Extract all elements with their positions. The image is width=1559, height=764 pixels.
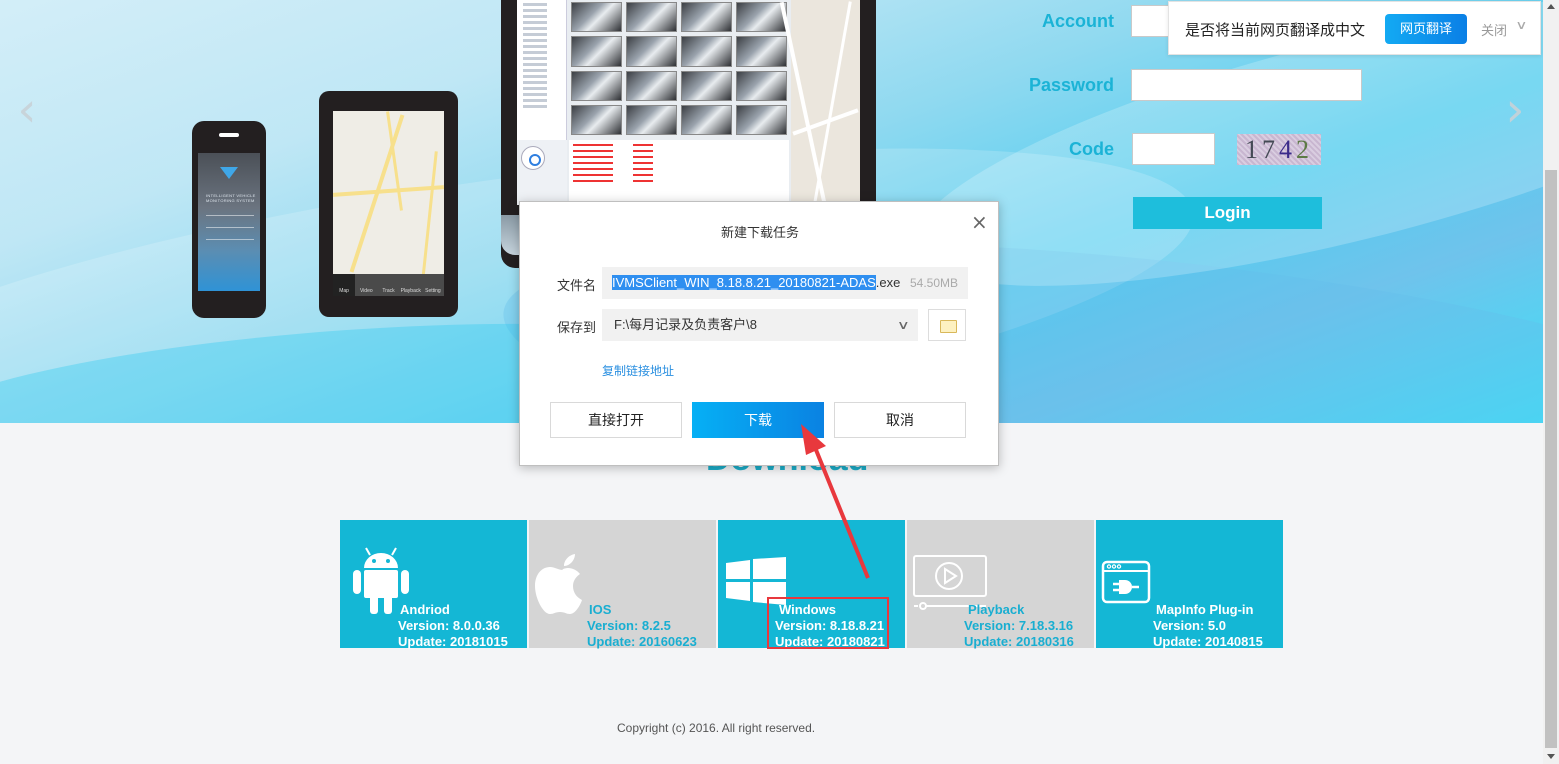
phone-speaker xyxy=(219,133,239,137)
captcha-digit: 4 xyxy=(1279,135,1296,164)
captcha-digit: 7 xyxy=(1262,135,1279,164)
password-label: Password xyxy=(1028,75,1114,95)
chevron-down-icon[interactable]: ∨ xyxy=(1515,18,1527,32)
monitor-map xyxy=(779,0,860,205)
device-tree xyxy=(517,0,567,140)
filename-input[interactable]: IVMSClient_WIN_8.18.8.21_20180821-ADAS.e… xyxy=(602,267,968,299)
captcha-digit: 2 xyxy=(1296,135,1313,164)
ptz-control xyxy=(517,140,567,205)
tile-version: Version: 7.18.3.16 xyxy=(964,618,1074,633)
tablet-tab: Map xyxy=(333,274,356,296)
code-input[interactable] xyxy=(1132,133,1215,165)
video-grid xyxy=(569,0,789,137)
download-tile-playback[interactable]: Playback Version: 7.18.3.16 Update: 2018… xyxy=(907,520,1094,649)
phone-input-line xyxy=(206,239,254,240)
tile-update: Update: 20180821 xyxy=(775,634,885,649)
tile-name: Andriod xyxy=(400,602,450,617)
tile-name: Playback xyxy=(968,602,1025,617)
copy-link-address[interactable]: 复制链接地址 xyxy=(602,362,674,379)
cancel-button[interactable]: 取消 xyxy=(834,402,966,438)
filename-extension: .exe xyxy=(875,275,901,290)
tile-update: Update: 20160623 xyxy=(587,634,697,649)
close-icon[interactable]: × xyxy=(971,210,988,234)
map-road xyxy=(333,185,444,197)
dialog-title: 新建下载任务 xyxy=(720,225,799,240)
tile-version: Version: 8.2.5 xyxy=(587,618,671,633)
download-tiles: Andriod Version: 8.0.0.36 Update: 201810… xyxy=(340,520,1283,649)
translate-page-button[interactable]: 网页翻译 xyxy=(1385,14,1467,44)
tile-version: Version: 8.18.8.21 xyxy=(775,618,885,633)
code-label: Code xyxy=(1069,139,1114,159)
phone-input-line xyxy=(206,227,254,228)
scroll-down-icon[interactable] xyxy=(1547,754,1555,759)
tablet-tab: Track xyxy=(382,288,395,294)
tablet-tab-bar: Map Video Track Playback Setting xyxy=(333,274,444,296)
translate-prompt-text: 是否将当前网页翻译成中文 xyxy=(1185,22,1366,39)
account-label: Account xyxy=(1042,11,1114,31)
plugin-icon xyxy=(1101,560,1151,604)
save-path-value: F:\每月记录及负责客户\8 xyxy=(614,317,758,332)
tablet-tab: Video xyxy=(359,288,373,294)
filename-label: 文件名 xyxy=(557,278,597,293)
phone-mockup: INTELLIGENT VEHICLE MONITORING SYSTEM xyxy=(192,121,266,318)
translate-close-button[interactable]: 关闭 xyxy=(1481,20,1507,39)
folder-icon[interactable] xyxy=(928,309,966,341)
login-button[interactable]: Login xyxy=(1133,197,1322,229)
tile-update: Update: 20180316 xyxy=(964,634,1074,649)
monitor-screen xyxy=(517,0,860,205)
filename-selected-text: IVMSClient_WIN_8.18.8.21_20180821-ADAS xyxy=(612,275,876,290)
carousel-next-icon[interactable]: › xyxy=(1500,86,1530,134)
ptz-joystick-icon xyxy=(521,146,545,170)
scroll-thumb[interactable] xyxy=(1545,170,1557,748)
tile-name: MapInfo Plug-in xyxy=(1156,602,1254,617)
scroll-up-icon[interactable] xyxy=(1547,4,1555,9)
download-tile-mapinfo[interactable]: MapInfo Plug-in Version: 5.0 Update: 201… xyxy=(1096,520,1283,649)
password-input[interactable] xyxy=(1131,69,1362,101)
new-download-dialog: 新建下载任务 × 文件名 IVMSClient_WIN_8.18.8.21_20… xyxy=(519,201,999,466)
phone-brand-text: INTELLIGENT VEHICLE MONITORING SYSTEM xyxy=(206,193,256,203)
page-scrollbar[interactable] xyxy=(1543,0,1559,764)
app-logo-icon xyxy=(220,167,238,179)
footer-copyright: Copyright (c) 2016. All right reserved. xyxy=(617,721,816,735)
download-tile-windows[interactable]: Windows Version: 8.18.8.21 Update: 20180… xyxy=(718,520,905,649)
tile-update: Update: 20140815 xyxy=(1153,634,1263,649)
phone-screen: INTELLIGENT VEHICLE MONITORING SYSTEM xyxy=(198,153,260,291)
alarm-log xyxy=(569,140,789,205)
download-tile-android[interactable]: Andriod Version: 8.0.0.36 Update: 201810… xyxy=(340,520,527,649)
open-directly-button[interactable]: 直接打开 xyxy=(550,402,682,438)
tile-name: Windows xyxy=(779,602,836,617)
tablet-tab: Playback xyxy=(400,288,421,294)
captcha-digit: 1 xyxy=(1245,135,1262,164)
windows-icon xyxy=(726,557,786,605)
captcha-image[interactable]: 1742 xyxy=(1237,134,1321,165)
phone-input-line xyxy=(206,215,254,216)
tile-name: IOS xyxy=(589,602,612,617)
tile-version: Version: 5.0 xyxy=(1153,618,1226,633)
tile-update: Update: 20181015 xyxy=(398,634,508,649)
save-path-select[interactable]: F:\每月记录及负责客户\8 ∨ xyxy=(602,309,918,341)
tablet-map-screen: Map Video Track Playback Setting xyxy=(333,111,444,296)
tile-version: Version: 8.0.0.36 xyxy=(398,618,500,633)
tablet-mockup: Map Video Track Playback Setting xyxy=(319,91,458,317)
map-road xyxy=(421,151,438,281)
download-button[interactable]: 下载 xyxy=(692,402,824,438)
chevron-down-icon[interactable]: ∨ xyxy=(897,309,910,341)
download-tile-ios[interactable]: IOS Version: 8.2.5 Update: 20160623 xyxy=(529,520,716,649)
tablet-tab: Setting xyxy=(425,288,441,294)
translate-prompt-bar: 是否将当前网页翻译成中文 网页翻译 关闭 ∨ xyxy=(1168,1,1541,55)
apple-icon xyxy=(535,554,582,614)
save-to-label: 保存到 xyxy=(557,320,597,335)
carousel-prev-icon[interactable]: ‹ xyxy=(12,86,42,134)
file-size: 54.50MB xyxy=(909,276,958,290)
